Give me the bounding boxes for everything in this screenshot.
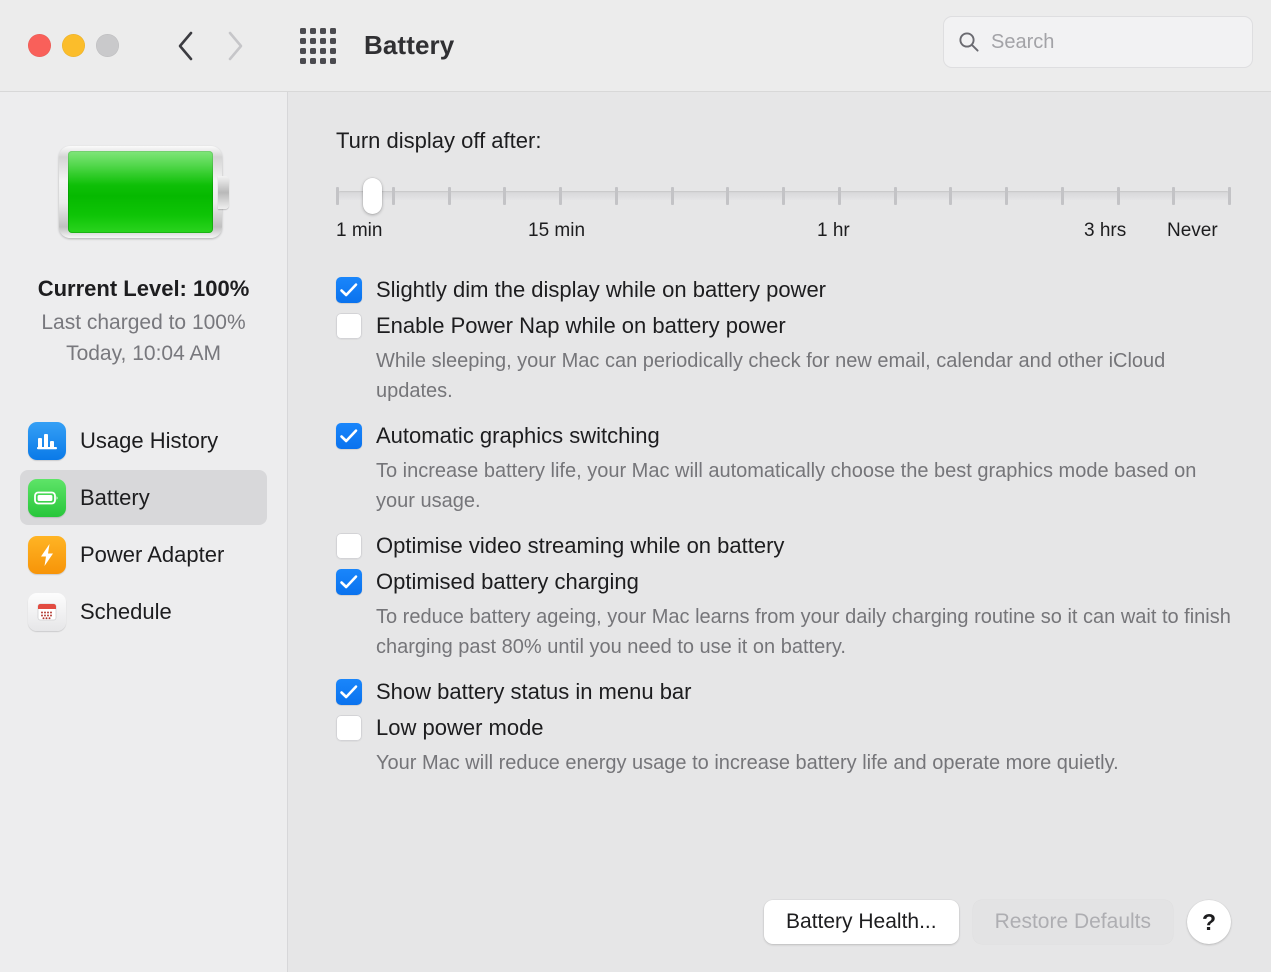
help-button[interactable]: ? (1187, 900, 1231, 944)
checkbox-power-nap[interactable] (336, 313, 362, 339)
battery-full-green-icon (58, 146, 229, 238)
checkbox-graphics-switching[interactable] (336, 423, 362, 449)
option-label: Optimised battery charging (376, 569, 639, 594)
option-label: Show battery status in menu bar (376, 679, 692, 704)
show-all-grid-icon[interactable] (300, 27, 336, 64)
sidebar-item-label: Usage History (80, 427, 219, 453)
lightning-bolt-icon (28, 535, 66, 574)
forward-chevron-icon[interactable] (224, 29, 246, 63)
restore-defaults-button[interactable]: Restore Defaults (972, 900, 1173, 944)
slider-tick-labels: 1 min 15 min 1 hr 3 hrs Never (336, 220, 1231, 248)
checkbox-dim-display[interactable] (336, 277, 362, 303)
slider-label: 15 min (528, 220, 586, 241)
battery-health-button[interactable]: Battery Health... (764, 900, 959, 944)
content-area: Current Level: 100% Last charged to 100%… (0, 92, 1271, 972)
option-row-power-nap[interactable]: Enable Power Nap while on battery power (336, 310, 1231, 342)
display-sleep-slider[interactable] (336, 178, 1231, 214)
option-row-low-power-mode[interactable]: Low power mode (336, 712, 1231, 744)
traffic-lights (28, 34, 119, 57)
option-label: Optimise video streaming while on batter… (376, 533, 785, 558)
option-row-menu-bar-status[interactable]: Show battery status in menu bar (336, 676, 1231, 708)
sidebar-item-label: Power Adapter (80, 541, 225, 567)
footer-buttons: Battery Health... Restore Defaults ? (764, 900, 1231, 944)
turn-display-off-label: Turn display off after: (336, 128, 542, 153)
option-description-low-power-mode: Your Mac will reduce energy usage to inc… (376, 752, 1119, 774)
option-description-graphics-switching: To increase battery life, your Mac will … (376, 460, 1197, 512)
sidebar-item-label: Battery (80, 484, 150, 510)
zoom-button[interactable] (96, 34, 119, 57)
search-icon (959, 32, 979, 52)
option-description-power-nap: While sleeping, your Mac can periodicall… (376, 350, 1166, 402)
slider-label: 1 min (336, 220, 383, 241)
sidebar-item-usage-history[interactable]: Usage History (20, 413, 267, 468)
checkbox-optimise-video[interactable] (336, 533, 362, 559)
sidebar-item-label: Schedule (80, 598, 172, 624)
last-charged-label: Last charged to 100% (41, 311, 246, 334)
battery-preferences-window: Battery Current Level: 100% Last charged… (0, 0, 1271, 972)
navigation-arrows (175, 29, 246, 63)
minimize-button[interactable] (62, 34, 85, 57)
option-row-optimise-video[interactable]: Optimise video streaming while on batter… (336, 530, 1231, 562)
slider-label: 1 hr (817, 220, 850, 241)
slider-ticks (336, 187, 1231, 205)
sidebar-item-battery[interactable]: Battery (20, 470, 267, 525)
page-title: Battery (364, 30, 455, 60)
sidebar-list: Usage History Battery Power Adapter Sche… (0, 413, 287, 639)
sidebar-item-power-adapter[interactable]: Power Adapter (20, 527, 267, 582)
back-chevron-icon[interactable] (175, 29, 197, 63)
search-input[interactable] (991, 30, 1238, 54)
sidebar-item-schedule[interactable]: Schedule (20, 584, 267, 639)
battery-icon (28, 478, 66, 517)
slider-label: 3 hrs (1084, 220, 1127, 241)
main-panel: Turn display off after: 1 min 15 min 1 hr 3… (288, 92, 1271, 972)
calendar-icon (28, 592, 66, 631)
option-row-graphics-switching[interactable]: Automatic graphics switching (336, 420, 1231, 452)
slider-label: Never (1167, 220, 1218, 241)
option-label: Slightly dim the display while on batter… (376, 277, 827, 302)
option-label: Automatic graphics switching (376, 423, 660, 448)
bar-chart-icon (28, 421, 66, 460)
toolbar: Battery (0, 0, 1271, 92)
checkbox-low-power-mode[interactable] (336, 715, 362, 741)
option-label: Enable Power Nap while on battery power (376, 313, 786, 338)
last-charged-time: Today, 10:04 AM (66, 342, 221, 365)
option-row-optimised-charging[interactable]: Optimised battery charging (336, 566, 1231, 598)
current-level-label: Current Level: 100% (37, 276, 250, 301)
search-field[interactable] (943, 16, 1253, 68)
checkbox-optimised-charging[interactable] (336, 569, 362, 595)
slider-thumb[interactable] (362, 178, 382, 214)
option-row-dim-display[interactable]: Slightly dim the display while on batter… (336, 274, 1231, 306)
sidebar: Current Level: 100% Last charged to 100%… (0, 92, 288, 972)
checkbox-menu-bar-status[interactable] (336, 679, 362, 705)
option-label: Low power mode (376, 715, 544, 740)
option-description-optimised-charging: To reduce battery ageing, your Mac learn… (376, 606, 1231, 658)
close-button[interactable] (28, 34, 51, 57)
